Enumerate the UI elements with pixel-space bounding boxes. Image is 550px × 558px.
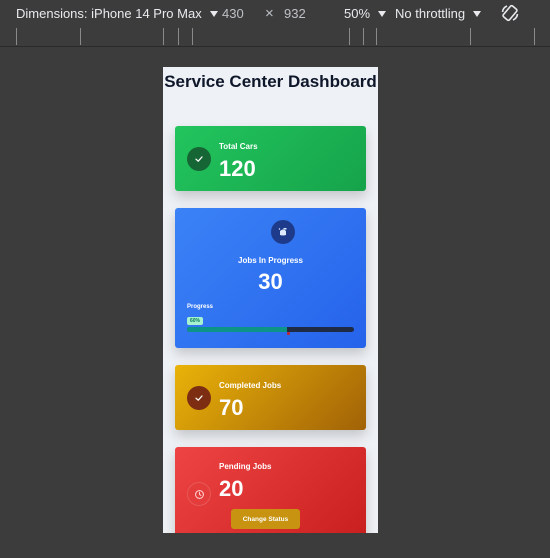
pending-jobs-card: Pending Jobs 20 Change Status bbox=[175, 447, 366, 533]
width-input[interactable]: 430 bbox=[222, 6, 244, 21]
check-icon bbox=[187, 147, 211, 171]
card-value: 120 bbox=[219, 156, 256, 181]
ruler-tick[interactable] bbox=[470, 28, 471, 45]
ruler-tick[interactable] bbox=[192, 28, 193, 45]
throttling-select[interactable]: No throttling bbox=[395, 6, 482, 21]
chevron-down-icon bbox=[473, 10, 482, 17]
ruler-tick[interactable] bbox=[163, 28, 164, 45]
media-query-ruler bbox=[0, 28, 550, 47]
ruler-tick[interactable] bbox=[376, 28, 377, 45]
card-value: 70 bbox=[219, 395, 244, 420]
chevron-down-icon bbox=[378, 10, 387, 17]
rotate-button[interactable] bbox=[500, 3, 520, 23]
progress-bar bbox=[187, 327, 354, 332]
ruler-tick[interactable] bbox=[178, 28, 179, 45]
device-select[interactable]: Dimensions: iPhone 14 Pro Max bbox=[16, 6, 218, 21]
rotate-icon bbox=[501, 4, 519, 22]
card-label: Completed Jobs bbox=[219, 381, 282, 390]
zoom-select[interactable]: 50% bbox=[344, 6, 387, 21]
throttling-label: No throttling bbox=[395, 6, 466, 21]
jobs-in-progress-card: Jobs In Progress 30 Progress 60% bbox=[175, 208, 366, 348]
spray-icon bbox=[271, 220, 295, 244]
progress-label: Progress bbox=[187, 304, 214, 310]
card-label: Total Cars bbox=[219, 142, 258, 151]
card-value: 20 bbox=[219, 476, 244, 501]
ruler-tick[interactable] bbox=[363, 28, 364, 45]
ruler-tick[interactable] bbox=[349, 28, 350, 45]
device-dimensions-label: Dimensions: iPhone 14 Pro Max bbox=[16, 6, 202, 21]
devtools-device-toolbar: Dimensions: iPhone 14 Pro Max 430 × 932 … bbox=[0, 0, 550, 28]
card-value: 30 bbox=[258, 269, 283, 294]
page-title: Service Center Dashboard bbox=[164, 72, 377, 91]
clock-icon bbox=[187, 482, 211, 506]
card-label: Pending Jobs bbox=[219, 462, 272, 471]
ruler-tick[interactable] bbox=[16, 28, 17, 45]
zoom-label: 50% bbox=[344, 6, 371, 21]
progress-bar-fill bbox=[187, 327, 288, 332]
device-viewport: Service Center Dashboard Total Cars 120 … bbox=[163, 67, 378, 533]
ruler-tick[interactable] bbox=[534, 28, 535, 45]
chevron-down-icon bbox=[209, 10, 218, 17]
times-separator: × bbox=[265, 5, 274, 22]
height-input[interactable]: 932 bbox=[284, 6, 306, 21]
progress-marker bbox=[287, 332, 291, 335]
ruler-tick[interactable] bbox=[80, 28, 81, 45]
progress-badge: 60% bbox=[187, 317, 204, 325]
total-cars-card: Total Cars 120 bbox=[175, 126, 366, 191]
change-status-button[interactable]: Change Status bbox=[231, 509, 300, 529]
completed-jobs-card: Completed Jobs 70 bbox=[175, 365, 366, 430]
check-icon bbox=[187, 386, 211, 410]
card-label: Jobs In Progress bbox=[238, 256, 303, 265]
